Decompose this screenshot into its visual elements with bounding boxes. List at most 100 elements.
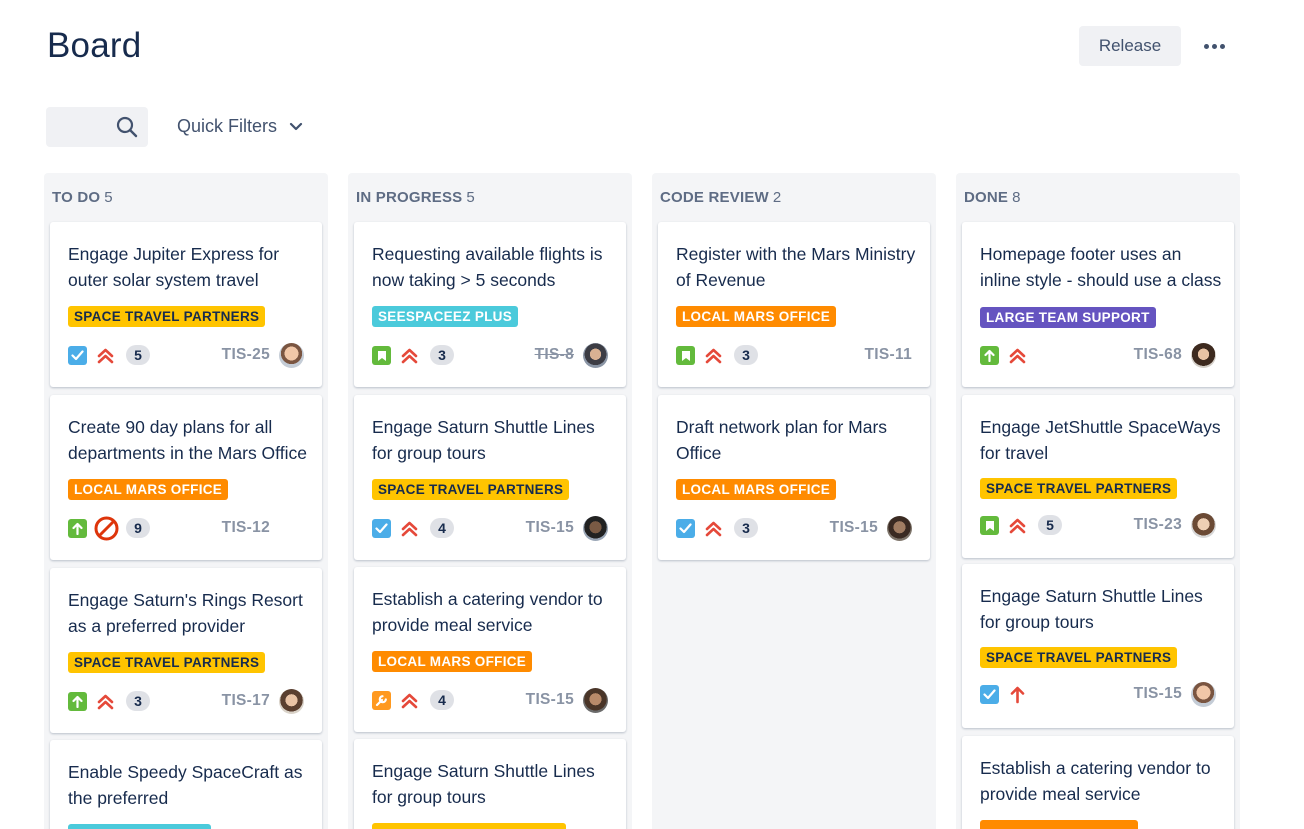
issue-card[interactable]: Requesting available flights is now taki… [354, 222, 626, 387]
card-title: Create 90 day plans for all departments … [68, 417, 307, 463]
more-dot-icon [1219, 43, 1225, 49]
epic-label[interactable]: SEESPACEEZ PLUS [372, 306, 519, 327]
issue-card[interactable]: Create 90 day plans for all departments … [50, 395, 322, 560]
estimate-badge: 9 [126, 518, 150, 538]
column-title: CODE REVIEW [660, 189, 769, 206]
issue-card[interactable]: Homepage footer uses an inline style - s… [962, 222, 1234, 387]
card-footer: 5 TIS-25 [68, 342, 304, 368]
estimate-badge: 4 [430, 518, 454, 538]
card-footer: 3 TIS-8 [372, 342, 608, 368]
issue-key[interactable]: TIS-17 [222, 692, 270, 710]
quick-filters-label: Quick Filters [177, 116, 278, 136]
estimate-badge: 3 [734, 345, 758, 365]
quick-filters-dropdown[interactable]: Quick Filters [177, 116, 303, 137]
issue-card[interactable]: Enable Speedy SpaceCraft as the preferre… [50, 740, 322, 829]
issue-key[interactable]: TIS-15 [526, 519, 574, 537]
avatar[interactable] [279, 689, 304, 714]
epic-label[interactable]: SPACE TRAVEL PARTNERS [372, 479, 570, 500]
avatar[interactable] [583, 343, 608, 368]
avatar[interactable] [1191, 513, 1216, 538]
avatar[interactable] [583, 688, 608, 713]
highest-priority-icon [401, 348, 418, 364]
card-footer: 4 TIS-15 [372, 687, 608, 713]
issue-key[interactable]: TIS-68 [1134, 346, 1182, 364]
checkbox-task-icon [68, 346, 87, 365]
epic-label[interactable]: LOCAL MARS OFFICE [676, 479, 837, 500]
page-title: Board [47, 26, 142, 65]
column-title: TO DO [52, 189, 101, 206]
more-actions-button[interactable] [1196, 30, 1232, 62]
estimate-badge: 5 [1038, 515, 1062, 535]
highest-priority-icon [1009, 348, 1026, 364]
issue-key[interactable]: TIS-11 [865, 346, 912, 364]
issue-card[interactable]: Engage Saturn Shuttle Lines for group to… [354, 739, 626, 829]
highest-priority-icon [1009, 518, 1026, 534]
column-header: CODE REVIEW 2 [660, 189, 781, 206]
avatar[interactable] [583, 516, 608, 541]
release-button[interactable]: Release [1079, 26, 1181, 66]
issue-card[interactable]: Engage Saturn Shuttle Lines for group to… [962, 564, 1234, 728]
column-done: DONE 8 Homepage footer uses an inline sty… [956, 173, 1240, 829]
avatar[interactable] [887, 516, 912, 541]
column-to-do: TO DO 5 Engage Jupiter Express for outer … [44, 173, 328, 829]
epic-label[interactable] [980, 820, 1138, 829]
column-count: 2 [772, 189, 782, 206]
issue-key[interactable]: TIS-15 [830, 519, 878, 537]
chevron-down-icon [289, 122, 303, 130]
epic-label[interactable]: SPACE TRAVEL PARTNERS [980, 647, 1178, 668]
issue-key[interactable]: TIS-25 [222, 346, 270, 364]
story-bookmark-icon [372, 346, 391, 365]
checkbox-task-icon [980, 685, 999, 704]
epic-label[interactable]: LARGE TEAM SUPPORT [980, 307, 1156, 328]
issue-card[interactable]: Establish a catering vendor to provide m… [962, 736, 1234, 829]
column-header: TO DO 5 [52, 189, 113, 206]
avatar[interactable] [1191, 682, 1216, 707]
story-bookmark-icon [980, 516, 999, 535]
column-code-review: CODE REVIEW 2 Register with the Mars Mini… [652, 173, 936, 829]
estimate-badge: 5 [126, 345, 150, 365]
epic-label[interactable] [68, 824, 211, 829]
search-icon [116, 116, 138, 138]
epic-label[interactable]: SPACE TRAVEL PARTNERS [68, 652, 266, 673]
epic-label[interactable]: LOCAL MARS OFFICE [676, 306, 837, 327]
highest-priority-icon [97, 694, 114, 710]
card-title: Engage JetShuttle SpaceWays for travel [980, 417, 1221, 463]
column-header: DONE 8 [964, 189, 1021, 206]
column-title: IN PROGRESS [356, 189, 463, 206]
card-footer: 5 TIS-23 [980, 512, 1216, 538]
issue-card[interactable]: Engage Jupiter Express for outer solar s… [50, 222, 322, 387]
issue-key[interactable]: TIS-12 [222, 519, 270, 537]
estimate-badge: 4 [430, 690, 454, 710]
card-title: Register with the Mars Ministry of Reven… [676, 244, 916, 290]
card-title: Draft network plan for Mars Office [676, 417, 888, 463]
epic-label[interactable]: LOCAL MARS OFFICE [68, 479, 229, 500]
improvement-arrow-icon [68, 519, 87, 538]
epic-label[interactable] [372, 823, 566, 829]
issue-card[interactable]: Register with the Mars Ministry of Reven… [658, 222, 930, 387]
highest-priority-icon [401, 521, 418, 537]
issue-card[interactable]: Engage Saturn's Rings Resort as a prefer… [50, 568, 322, 733]
card-title: Requesting available flights is now taki… [372, 244, 603, 290]
estimate-badge: 3 [734, 518, 758, 538]
estimate-badge: 3 [126, 691, 150, 711]
card-title: Engage Jupiter Express for outer solar s… [68, 244, 280, 290]
epic-label[interactable]: LOCAL MARS OFFICE [372, 651, 533, 672]
avatar[interactable] [1191, 343, 1216, 368]
checkbox-task-icon [372, 519, 391, 538]
issue-card[interactable]: Establish a catering vendor to provide m… [354, 567, 626, 732]
issue-key[interactable]: TIS-15 [526, 691, 574, 709]
card-title: Establish a catering vendor to provide m… [372, 589, 603, 635]
issue-card[interactable]: Draft network plan for Mars Office LOCAL… [658, 395, 930, 560]
avatar[interactable] [279, 343, 304, 368]
epic-label[interactable]: SPACE TRAVEL PARTNERS [68, 306, 266, 327]
issue-key[interactable]: TIS-8 [535, 346, 574, 364]
story-bookmark-icon [676, 346, 695, 365]
card-footer: 3 TIS-11 [676, 342, 912, 368]
issue-key[interactable]: TIS-23 [1134, 516, 1182, 534]
issue-card[interactable]: Engage Saturn Shuttle Lines for group to… [354, 395, 626, 560]
epic-label[interactable]: SPACE TRAVEL PARTNERS [980, 478, 1178, 499]
issue-card[interactable]: Engage JetShuttle SpaceWays for travel S… [962, 395, 1234, 558]
search-input[interactable] [46, 107, 148, 147]
improvement-arrow-icon [980, 346, 999, 365]
issue-key[interactable]: TIS-15 [1134, 685, 1182, 703]
